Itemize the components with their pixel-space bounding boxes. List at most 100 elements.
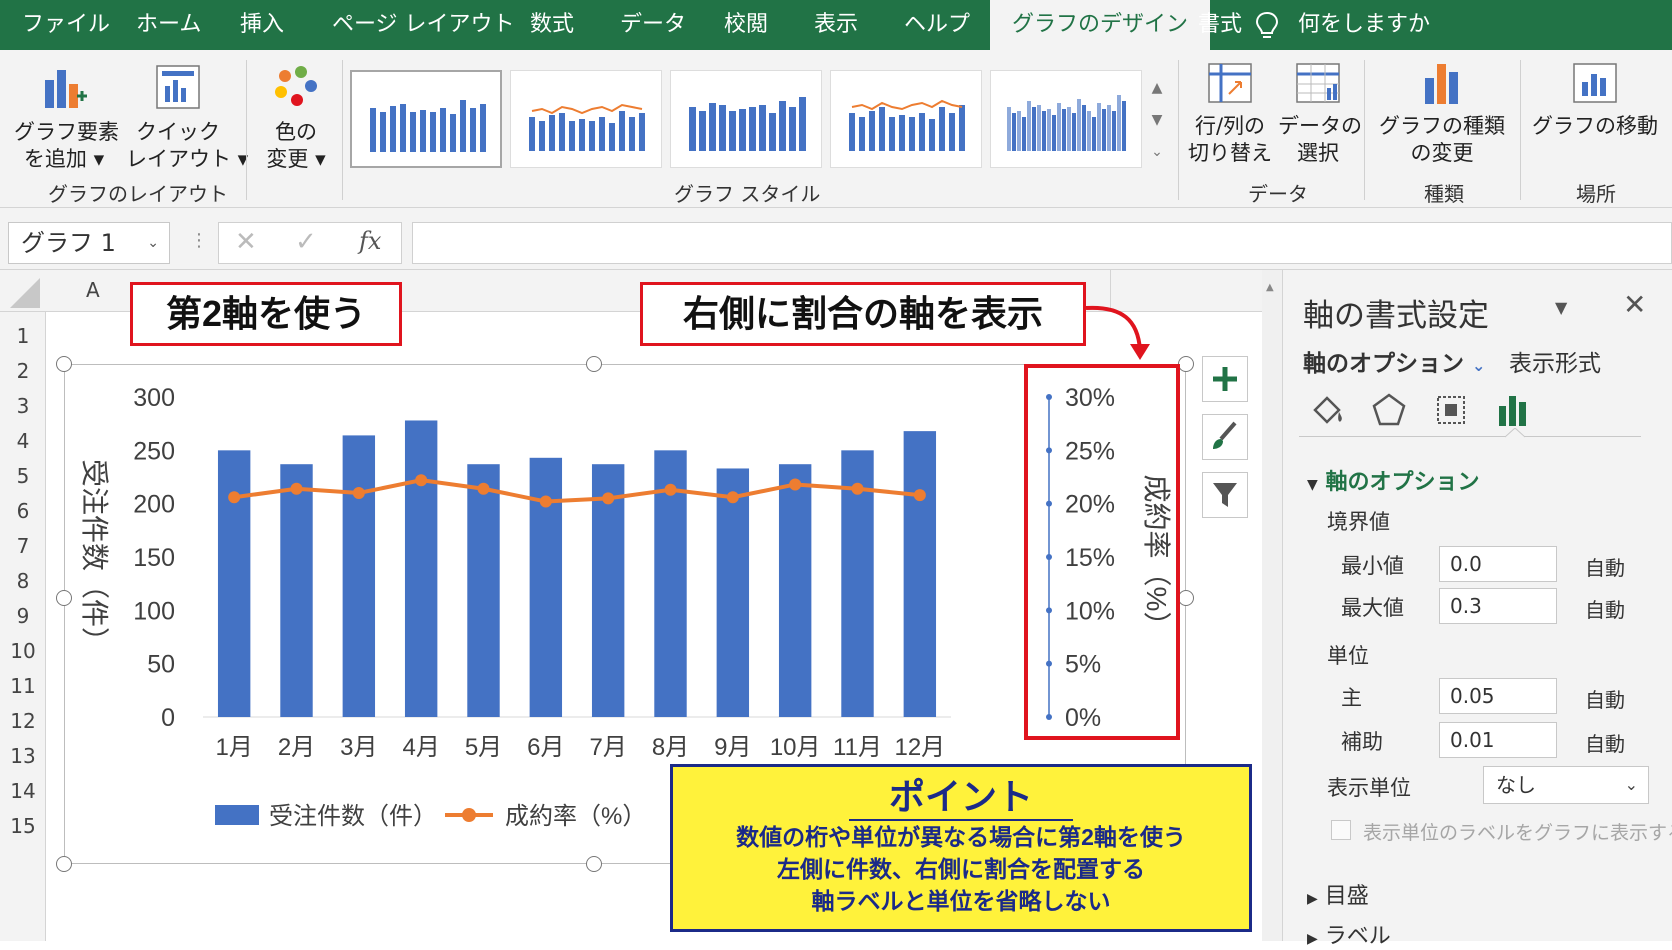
x-tick-label: 4月 (402, 734, 439, 761)
bar (280, 464, 313, 717)
units-label: 単位 (1327, 644, 1369, 668)
section-tick-marks[interactable]: ▶ 目盛 (1307, 878, 1369, 910)
scroll-up-icon[interactable]: ▲ (1266, 282, 1274, 293)
palette-icon (275, 66, 317, 106)
resize-handle[interactable] (56, 856, 72, 872)
chart-style-3[interactable] (670, 70, 822, 168)
row-header[interactable]: 9 (0, 604, 46, 628)
name-box[interactable]: グラフ 1 ⌄ (8, 222, 170, 264)
row-header-bar: 1 2 3 4 5 6 7 8 9 10 11 12 13 14 15 (0, 312, 46, 941)
enter-icon[interactable]: ✓ (295, 227, 317, 257)
show-units-checkbox[interactable] (1331, 820, 1351, 840)
cancel-icon[interactable]: ✕ (235, 227, 257, 257)
y-tick-label: 150 (133, 544, 175, 572)
section-axis-options[interactable]: ▼ 軸のオプション (1307, 464, 1479, 496)
move-chart-button[interactable]: グラフの移動 (1530, 60, 1660, 140)
row-header[interactable]: 15 (0, 814, 46, 838)
axis-options-icon[interactable] (1493, 390, 1533, 430)
major-unit-input[interactable]: 0.05 (1439, 678, 1557, 714)
tab-help[interactable]: ヘルプ (904, 0, 970, 50)
chart-elements-button[interactable] (1202, 356, 1248, 402)
close-icon[interactable]: ✕ (1623, 288, 1646, 321)
select-data-button[interactable]: データの 選択 (1278, 60, 1362, 167)
row-header[interactable]: 13 (0, 744, 46, 768)
row-header[interactable]: 11 (0, 674, 46, 698)
quick-layout-button[interactable]: クイック レイアウト ▾ (126, 64, 248, 173)
x-tick-label: 9月 (714, 734, 751, 761)
resize-handle[interactable] (56, 590, 72, 606)
minor-unit-auto-button[interactable]: 自動 (1585, 728, 1625, 757)
group-label-data: データ (1248, 182, 1308, 206)
legend-label: 受注件数（件） (269, 803, 437, 830)
tab-format[interactable]: 書式 (1198, 0, 1242, 50)
legend-label: 成約率（%） (505, 803, 646, 830)
row-header[interactable]: 10 (0, 639, 46, 663)
point-line: 左側に件数、右側に割合を配置する (777, 856, 1145, 882)
formula-input[interactable] (412, 222, 1672, 264)
maximum-auto-button[interactable]: 自動 (1585, 594, 1625, 623)
tab-formulas[interactable]: 数式 (530, 0, 574, 50)
chart-style-preview (1007, 95, 1126, 151)
maximum-input[interactable]: 0.3 (1439, 588, 1557, 624)
row-header[interactable]: 5 (0, 464, 46, 488)
resize-handle[interactable] (1178, 590, 1194, 606)
group-label-layouts: グラフのレイアウト (48, 182, 228, 206)
row-header[interactable]: 14 (0, 779, 46, 803)
display-units-select[interactable]: なし ⌄ (1483, 766, 1649, 804)
row-header[interactable]: 2 (0, 359, 46, 383)
row-header[interactable]: 6 (0, 499, 46, 523)
tell-me-search[interactable]: 何をしますか (1255, 0, 1430, 50)
row-header[interactable]: 12 (0, 709, 46, 733)
select-all-corner[interactable] (0, 270, 46, 312)
x-tick-label: 5月 (465, 734, 502, 761)
insert-function-icon[interactable]: fx (359, 227, 381, 255)
ribbon-tab-bar: ファイル ホーム 挿入 ページ レイアウト 数式 データ 校閲 表示 ヘルプ グ… (0, 0, 1672, 50)
resize-handle[interactable] (586, 856, 602, 872)
column-header-a[interactable]: A (86, 278, 100, 302)
chart-filters-button[interactable] (1202, 472, 1248, 518)
effects-icon[interactable] (1369, 390, 1409, 430)
section-labels[interactable]: ▶ ラベル (1307, 918, 1391, 950)
row-header[interactable]: 1 (0, 324, 46, 348)
chart-style-4[interactable] (830, 70, 982, 168)
resize-handle[interactable] (56, 356, 72, 372)
row-header[interactable]: 8 (0, 569, 46, 593)
tab-axis-options[interactable]: 軸のオプション ⌄ (1303, 344, 1485, 378)
tab-chart-design[interactable]: グラフのデザイン (990, 0, 1211, 50)
chevron-down-icon: ⌄ (147, 235, 159, 251)
resize-handle[interactable] (1178, 356, 1194, 372)
add-chart-element-button[interactable]: グラフ要素 を追加 ▾ (14, 64, 119, 173)
minor-unit-input[interactable]: 0.01 (1439, 722, 1557, 758)
tab-review[interactable]: 校閲 (724, 0, 768, 50)
tab-home[interactable]: ホーム (136, 0, 201, 50)
change-chart-type-button[interactable]: グラフの種類 の変更 (1378, 60, 1506, 167)
chart-style-1[interactable] (350, 70, 502, 168)
row-header[interactable]: 4 (0, 429, 46, 453)
row-header[interactable]: 7 (0, 534, 46, 558)
size-properties-icon[interactable] (1431, 390, 1471, 430)
tab-page-layout[interactable]: ページ レイアウト (332, 0, 515, 50)
chart-style-preview (529, 103, 645, 151)
tab-data[interactable]: データ (620, 0, 686, 50)
chart-style-gallery-scroll[interactable]: ▲ ▼ ⌄ (1146, 72, 1168, 168)
chart-style-5[interactable] (990, 70, 1142, 168)
row-header[interactable]: 3 (0, 394, 46, 418)
major-unit-auto-button[interactable]: 自動 (1585, 684, 1625, 713)
show-units-label: 表示単位のラベルをグラフに表示する (1363, 822, 1672, 844)
fill-line-icon[interactable] (1307, 390, 1347, 430)
chart-styles-button[interactable] (1202, 414, 1248, 460)
tab-text-options[interactable]: 表示形式 (1509, 344, 1601, 378)
y-axis-title: 受注件数（件） (79, 459, 110, 655)
minimum-input[interactable]: 0.0 (1439, 546, 1557, 582)
minimum-auto-button[interactable]: 自動 (1585, 552, 1625, 581)
resize-handle[interactable] (586, 356, 602, 372)
switch-row-column-button[interactable]: 行/列の 切り替え (1186, 60, 1274, 167)
tab-view[interactable]: 表示 (814, 0, 858, 50)
tab-file[interactable]: ファイル (22, 0, 110, 50)
group-label-styles: グラフ スタイル (674, 182, 821, 206)
vertical-scrollbar[interactable]: ▲ (1262, 270, 1282, 941)
tab-insert[interactable]: 挿入 (240, 0, 284, 50)
change-colors-button[interactable]: 色の 変更 ▾ (256, 64, 336, 173)
pane-options-dropdown-icon[interactable]: ▼ (1555, 298, 1567, 317)
chart-style-2[interactable] (510, 70, 662, 168)
